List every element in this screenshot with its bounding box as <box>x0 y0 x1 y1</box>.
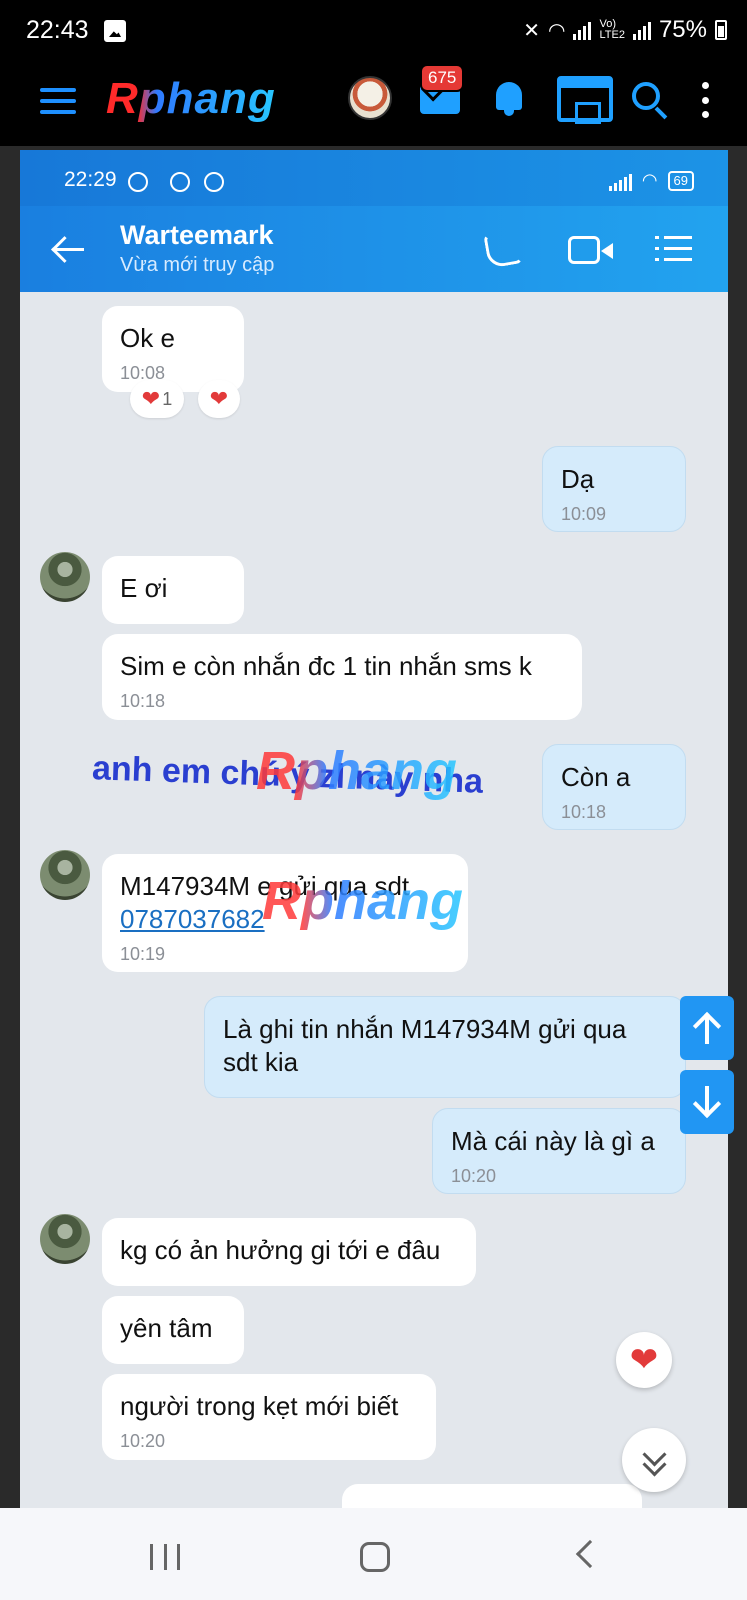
list-icon[interactable] <box>655 236 692 264</box>
message-out[interactable]: Còn a 10:18 <box>542 744 686 830</box>
chat-header: Warteemark Vừa mới truy cập <box>20 206 728 292</box>
back-icon[interactable] <box>575 1539 605 1569</box>
app-logo[interactable]: Rphang <box>106 74 276 124</box>
embedded-screenshot: 22:29 ◠ 69 Warteemark Vừa mới truy cập O… <box>0 146 747 1508</box>
status-right: ✕ ◠ Vo) LTE2 75% <box>523 16 727 44</box>
battery-percent: 75% <box>658 16 707 43</box>
more-vert-icon[interactable] <box>702 82 710 118</box>
video-icon[interactable] <box>568 236 613 264</box>
signal-icon <box>573 20 592 40</box>
alarm-icon <box>170 172 190 192</box>
contact-avatar[interactable] <box>40 552 90 602</box>
message-in-partial[interactable] <box>342 1484 642 1508</box>
message-in[interactable]: E ơi <box>102 556 244 624</box>
status-bar: 22:43 ✕ ◠ Vo) LTE2 75% <box>0 0 747 62</box>
react-heart-button[interactable]: ❤ <box>198 380 240 418</box>
inner-status-time: 22:29 <box>64 168 117 191</box>
contact-avatar[interactable] <box>40 1214 90 1264</box>
inner-battery: 69 <box>667 170 694 191</box>
app-bar: Rphang 675 <box>0 62 747 146</box>
heart-icon: ❤ <box>209 386 229 411</box>
scroll-up-button[interactable] <box>680 996 734 1060</box>
navigation-bar <box>0 1508 747 1600</box>
message-in[interactable]: Sim e còn nhắn đc 1 tin nhắn sms k 10:18 <box>102 634 582 720</box>
back-arrow-icon[interactable] <box>52 234 84 266</box>
contact-status: Vừa mới truy cập <box>120 254 275 276</box>
recents-icon[interactable] <box>150 1544 180 1570</box>
watermark-logo: Rphang <box>262 871 463 931</box>
message-out[interactable]: Dạ 10:09 <box>542 446 686 532</box>
message-out[interactable]: Là ghi tin nhắn M147934M gửi qua sdt kia <box>204 996 686 1098</box>
status-time: 22:43 <box>26 16 89 44</box>
scroll-down-button[interactable] <box>680 1070 734 1134</box>
store-icon[interactable] <box>557 76 613 124</box>
watermark-logo: Rphang <box>256 741 457 801</box>
user-avatar[interactable] <box>348 76 392 120</box>
bell-icon[interactable] <box>492 78 526 118</box>
mute-icon: ✕ <box>523 19 541 42</box>
message-in[interactable]: người trong kẹt mới biết 10:20 <box>102 1374 436 1460</box>
inner-status-right: ◠ 69 <box>608 170 694 191</box>
message-out[interactable]: Mà cái này là gì a 10:20 <box>432 1108 686 1194</box>
home-icon[interactable] <box>360 1542 390 1572</box>
battery-icon <box>715 20 727 40</box>
chat-screen: 22:29 ◠ 69 Warteemark Vừa mới truy cập O… <box>20 150 728 1508</box>
volte-icon: Vo) LTE2 <box>599 18 625 41</box>
message-in[interactable]: kg có ản hưởng gi tới e đâu <box>102 1218 476 1286</box>
wifi-icon: ◠ <box>548 19 566 42</box>
inner-wifi-icon: ◠ <box>641 170 658 190</box>
reaction-heart-count[interactable]: ❤ 1 <box>130 380 184 418</box>
contact-avatar[interactable] <box>40 850 90 900</box>
message-in[interactable]: yên tâm <box>102 1296 244 1364</box>
inner-signal-icon <box>608 171 632 191</box>
scroll-to-bottom-icon[interactable] <box>622 1428 686 1492</box>
notifications-off-icon <box>128 172 148 192</box>
search-icon[interactable] <box>632 82 660 110</box>
gallery-icon <box>104 20 126 42</box>
contact-name[interactable]: Warteemark <box>120 220 274 251</box>
mail-badge: 675 <box>420 64 465 92</box>
chrome-icon <box>204 172 224 192</box>
inner-status-bar: 22:29 ◠ 69 <box>20 150 728 206</box>
signal-icon-2 <box>632 20 651 40</box>
heart-reaction-button[interactable]: ❤ <box>616 1332 672 1388</box>
hamburger-icon[interactable] <box>40 88 76 114</box>
phone-icon[interactable] <box>483 229 523 269</box>
heart-icon: ❤ <box>141 386 161 411</box>
